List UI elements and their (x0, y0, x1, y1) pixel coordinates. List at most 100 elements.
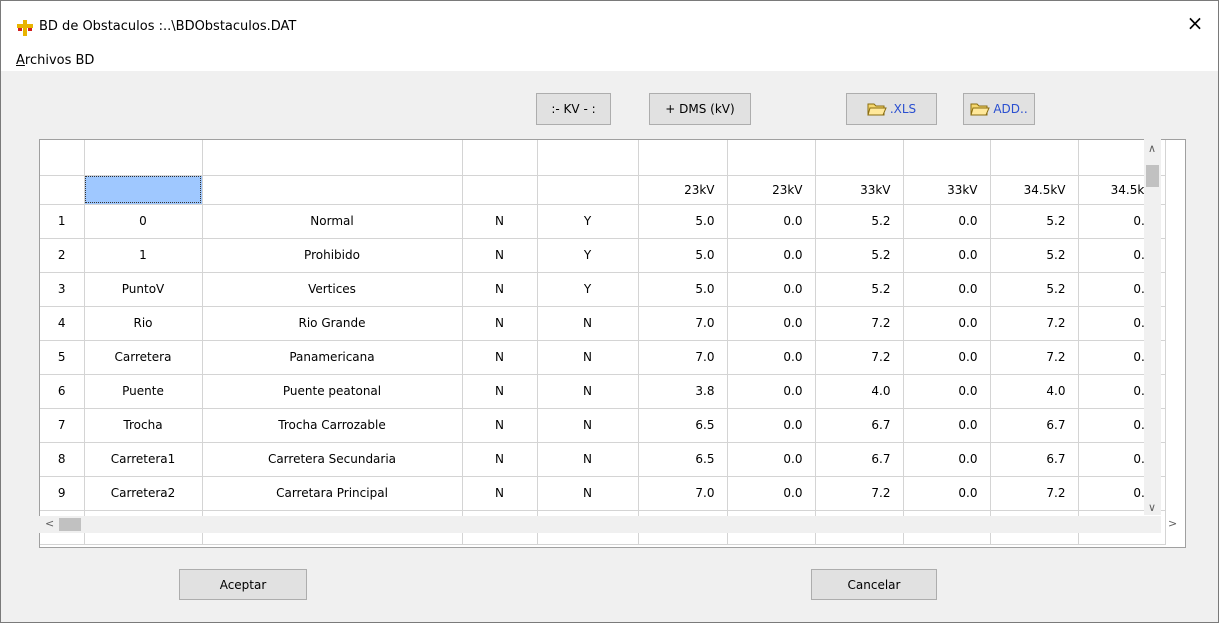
grid-cell[interactable]: Normal (202, 204, 463, 239)
menu-archivos-bd[interactable]: Archivos BD (16, 53, 94, 68)
horizontal-scroll-thumb[interactable] (59, 518, 81, 531)
grid-cell[interactable]: 7.0 (638, 476, 728, 511)
grid-cell[interactable]: Carretara Principal (202, 476, 463, 511)
grid-cell[interactable]: N (537, 476, 639, 511)
grid-cell[interactable]: 1 (84, 238, 203, 273)
scroll-right-icon[interactable]: > (1168, 517, 1177, 530)
grid-cell[interactable]: 7.2 (815, 340, 904, 375)
grid-cell[interactable]: 0.0 (903, 204, 991, 239)
cancelar-button[interactable]: Cancelar (811, 569, 937, 600)
row-header-cell[interactable]: 2 (40, 238, 85, 273)
grid-cell[interactable]: 0.0 (727, 476, 816, 511)
obstacles-grid[interactable]: 23kV 23kV 33kV 33kV 34.5kV 34.5kV 1 0 Normal N Y 5.… (39, 139, 1186, 548)
grid-cell[interactable]: Carretera1 (84, 442, 203, 477)
grid-cell[interactable]: 6.5 (638, 408, 728, 443)
grid-cell[interactable]: Vertices (202, 272, 463, 307)
grid-cell[interactable] (462, 175, 538, 205)
grid-cell[interactable] (537, 175, 639, 205)
grid-cell[interactable]: 0 (84, 204, 203, 239)
grid-cell[interactable]: 5.2 (815, 204, 904, 239)
horizontal-scrollbar[interactable]: < > (39, 516, 1177, 533)
grid-cell[interactable]: 33kV (815, 175, 904, 205)
grid-cell[interactable]: 7.2 (990, 306, 1079, 341)
grid-cell[interactable]: 0.0 (903, 340, 991, 375)
grid-cell[interactable] (84, 175, 203, 205)
grid-cell[interactable]: 0.0 (727, 374, 816, 409)
grid-cell[interactable]: 6.7 (815, 442, 904, 477)
row-header-cell[interactable]: 5 (40, 340, 85, 375)
grid-cell[interactable]: Y (537, 272, 639, 307)
grid-cell[interactable]: 0.0 (727, 272, 816, 307)
grid-cell[interactable]: Trocha (84, 408, 203, 443)
grid-cell[interactable]: Prohibido (202, 238, 463, 273)
grid-cell[interactable] (202, 140, 463, 176)
grid-cell[interactable]: 7.2 (815, 476, 904, 511)
grid-cell[interactable] (903, 140, 991, 176)
grid-cell[interactable] (462, 140, 538, 176)
grid-cell[interactable]: N (537, 340, 639, 375)
grid-cell[interactable]: N (462, 476, 538, 511)
grid-cell[interactable]: N (537, 442, 639, 477)
grid-cell[interactable]: 0.0 (727, 204, 816, 239)
grid-cell[interactable]: 0.0 (903, 442, 991, 477)
grid-cell[interactable]: 5.2 (990, 204, 1079, 239)
grid-cell[interactable]: N (462, 374, 538, 409)
grid-cell[interactable]: 0.0 (727, 238, 816, 273)
grid-cell[interactable]: 0.0 (727, 340, 816, 375)
grid-cell[interactable]: 5.2 (990, 272, 1079, 307)
grid-cell[interactable]: 7.2 (815, 306, 904, 341)
kv-button[interactable]: :- KV - : (536, 93, 611, 125)
grid-cell[interactable]: 5.0 (638, 204, 728, 239)
grid-cell[interactable]: 5.2 (815, 272, 904, 307)
grid-cell[interactable]: 0.0 (903, 374, 991, 409)
grid-cell[interactable]: 6.7 (990, 408, 1079, 443)
grid-cell[interactable]: 0.0 (727, 408, 816, 443)
dms-kv-button[interactable]: + DMS (kV) (649, 93, 751, 125)
grid-cell[interactable]: N (462, 272, 538, 307)
xls-button[interactable]: .XLS (846, 93, 937, 125)
grid-cell[interactable]: Panamericana (202, 340, 463, 375)
grid-cell[interactable]: N (462, 204, 538, 239)
row-header-cell[interactable]: 3 (40, 272, 85, 307)
grid-cell[interactable]: 7.0 (638, 306, 728, 341)
scroll-up-icon[interactable]: ∧ (1148, 142, 1156, 155)
grid-cell[interactable]: 34.5kV (990, 175, 1079, 205)
grid-cell[interactable]: N (462, 238, 538, 273)
grid-cell[interactable]: 7.2 (990, 476, 1079, 511)
grid-cell[interactable]: 23kV (727, 175, 816, 205)
grid-cell[interactable]: 0.0 (727, 442, 816, 477)
grid-cell[interactable]: 7.0 (638, 340, 728, 375)
grid-cell[interactable]: 6.7 (815, 408, 904, 443)
row-header-cell[interactable]: 9 (40, 476, 85, 511)
grid-cell[interactable]: PuntoV (84, 272, 203, 307)
grid-cell[interactable]: N (462, 340, 538, 375)
grid-cell[interactable]: 3.8 (638, 374, 728, 409)
grid-cell[interactable]: Carretera Secundaria (202, 442, 463, 477)
grid-cell[interactable]: 0.0 (903, 306, 991, 341)
grid-cell[interactable]: 0.0 (903, 476, 991, 511)
aceptar-button[interactable]: Aceptar (179, 569, 307, 600)
row-header-cell[interactable]: 6 (40, 374, 85, 409)
scroll-down-icon[interactable]: ∨ (1148, 501, 1156, 514)
grid-cell[interactable]: N (462, 442, 538, 477)
row-header-cell[interactable] (40, 175, 85, 205)
row-header-cell[interactable]: 7 (40, 408, 85, 443)
grid-cell[interactable]: 0.0 (903, 408, 991, 443)
grid-cell[interactable]: 5.0 (638, 238, 728, 273)
row-header-cell[interactable]: 4 (40, 306, 85, 341)
grid-cell[interactable]: 4.0 (815, 374, 904, 409)
vertical-scroll-thumb[interactable] (1146, 165, 1159, 187)
grid-cell[interactable] (638, 140, 728, 176)
grid-cell[interactable]: Puente peatonal (202, 374, 463, 409)
grid-cell[interactable] (202, 175, 463, 205)
grid-cell[interactable]: 5.2 (990, 238, 1079, 273)
grid-cell[interactable]: 0.0 (903, 272, 991, 307)
row-header-cell[interactable]: 1 (40, 204, 85, 239)
grid-cell[interactable]: 0.0 (727, 306, 816, 341)
grid-cell[interactable] (815, 140, 904, 176)
grid-cell[interactable]: N (537, 306, 639, 341)
grid-cell[interactable]: 5.2 (815, 238, 904, 273)
grid-cell[interactable]: N (537, 408, 639, 443)
grid-cell[interactable]: 33kV (903, 175, 991, 205)
grid-cell[interactable] (727, 140, 816, 176)
